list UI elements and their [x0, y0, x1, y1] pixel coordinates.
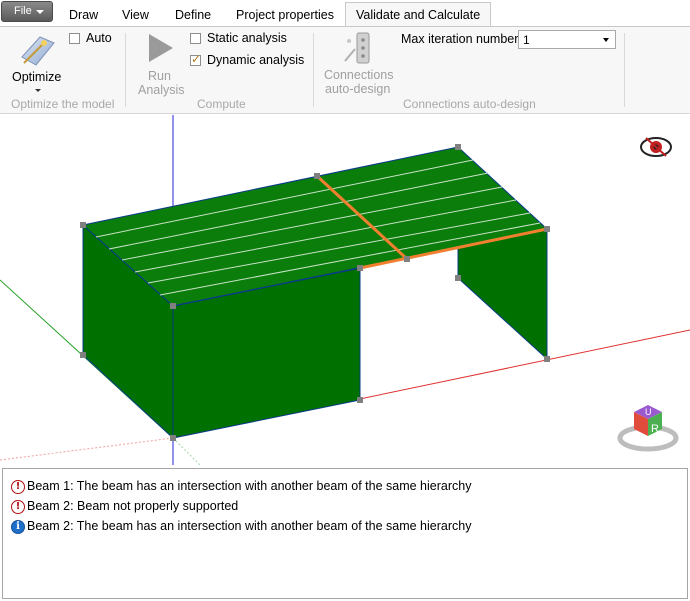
auto-checkbox[interactable] — [69, 33, 80, 44]
dynamic-analysis-checkbox[interactable] — [190, 52, 201, 66]
group-separator — [624, 33, 625, 107]
optimize-group-label: Optimize the model — [11, 97, 115, 111]
dynamic-analysis-label: Dynamic analysis — [207, 53, 305, 67]
ribbon-tab-strip: File Draw View Define Project properties… — [0, 0, 690, 27]
connection-tool-icon — [344, 32, 370, 64]
connections-group-label: Connections auto-design — [403, 97, 536, 111]
optimize-button-label: Optimize — [12, 70, 62, 84]
error-icon: ! — [11, 500, 25, 514]
visibility-toggle-icon[interactable] — [640, 137, 672, 157]
tab-define[interactable]: Define — [175, 4, 211, 26]
group-separator — [313, 33, 314, 107]
chevron-down-icon — [36, 10, 44, 14]
model-3d-canvas[interactable]: U R — [0, 115, 690, 465]
max-iteration-value: 1 — [523, 33, 530, 47]
optimize-dropdown-icon — [35, 89, 41, 92]
messages-panel[interactable]: ! Beam 1: The beam has an intersection w… — [2, 468, 688, 599]
nav-cube-top-label: U — [645, 407, 652, 417]
play-icon — [149, 34, 173, 62]
run-analysis-label-line1: Run — [148, 69, 171, 83]
tab-project-properties[interactable]: Project properties — [236, 4, 334, 26]
connections-button-label-line2: auto-design — [325, 82, 391, 96]
nav-cube-front-label: R — [651, 423, 659, 435]
right-wall[interactable] — [457, 228, 548, 361]
tab-view[interactable]: View — [122, 4, 149, 26]
connections-auto-design-button[interactable]: Connections auto-design — [320, 29, 394, 96]
tab-validate-and-calculate[interactable]: Validate and Calculate — [345, 2, 492, 27]
optimize-button[interactable]: Optimize — [8, 31, 64, 93]
max-iteration-label: Max iteration number — [401, 32, 519, 46]
x-axis-negative-line — [0, 437, 174, 461]
run-analysis-button[interactable]: Run Analysis — [136, 31, 185, 97]
chevron-down-icon — [603, 38, 609, 42]
static-analysis-checkbox[interactable] — [190, 33, 201, 44]
auto-label: Auto — [86, 31, 112, 45]
info-icon: i — [11, 520, 25, 534]
run-analysis-label-line2: Analysis — [138, 83, 185, 97]
message-text: Beam 1: The beam has an intersection wit… — [27, 479, 472, 493]
optimize-icon — [21, 36, 55, 66]
file-menu-label: File — [14, 5, 32, 17]
tab-draw[interactable]: Draw — [69, 4, 98, 26]
navigation-cube-icon[interactable]: U R — [617, 405, 679, 452]
static-analysis-label: Static analysis — [207, 31, 287, 45]
message-text: Beam 2: Beam not properly supported — [27, 499, 239, 513]
connections-button-label-line1: Connections — [324, 68, 394, 82]
message-text: Beam 2: The beam has an intersection wit… — [27, 519, 472, 533]
group-separator — [125, 33, 126, 107]
compute-group-label: Compute — [197, 97, 246, 111]
model-viewport[interactable]: U R — [0, 115, 690, 465]
file-menu-button[interactable]: File — [1, 1, 53, 22]
error-icon: ! — [11, 480, 25, 494]
max-iteration-select[interactable]: 1 — [518, 30, 616, 49]
y-axis-negative-line — [172, 437, 201, 465]
ribbon-panel: Optimize Auto Optimize the model Run Ana… — [0, 26, 690, 114]
